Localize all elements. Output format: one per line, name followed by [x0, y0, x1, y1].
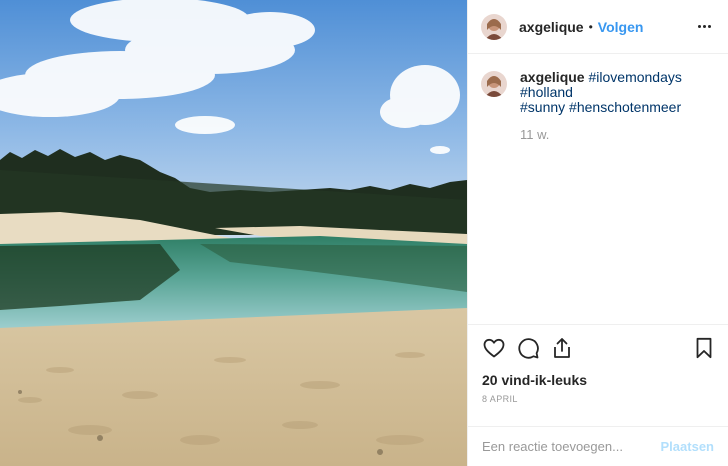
bookmark-icon[interactable]	[692, 336, 716, 360]
caption: axgelique #ilovemondays #holland #sunny …	[481, 70, 714, 142]
more-dot	[702, 25, 706, 28]
post-comment-button[interactable]: Plaatsen	[661, 439, 714, 454]
more-dot	[707, 25, 711, 28]
add-comment-form: Plaatsen	[468, 426, 728, 466]
instagram-post: axgelique • Volgen axgelique #ilovemonda…	[0, 0, 728, 466]
caption-text: axgelique #ilovemondays #holland #sunny …	[520, 70, 714, 115]
hashtag-link[interactable]: #sunny	[520, 99, 565, 115]
avatar[interactable]	[481, 13, 507, 40]
share-icon[interactable]	[550, 336, 574, 360]
hashtag-link[interactable]: #henschotenmeer	[569, 99, 681, 115]
comments-section: axgelique #ilovemondays #holland #sunny …	[468, 54, 728, 324]
comment-input[interactable]	[482, 439, 661, 454]
post-photo[interactable]	[0, 0, 467, 466]
comment-icon[interactable]	[516, 336, 540, 360]
post-header: axgelique • Volgen	[468, 0, 728, 54]
post-sidebar: axgelique • Volgen axgelique #ilovemonda…	[467, 0, 728, 466]
hashtag-link[interactable]: #holland	[520, 84, 573, 100]
caption-body: axgelique #ilovemondays #holland #sunny …	[520, 70, 714, 143]
lake-landscape-image	[0, 0, 467, 466]
username-link[interactable]: axgelique	[519, 19, 584, 35]
follow-button[interactable]: Volgen	[598, 19, 644, 35]
avatar[interactable]	[481, 71, 507, 97]
caption-time: 11 w.	[520, 127, 550, 142]
separator-dot: •	[588, 19, 593, 34]
hashtag-link[interactable]: #ilovemondays	[588, 69, 681, 85]
action-bar	[468, 324, 728, 370]
post-date[interactable]: 8 april	[468, 394, 728, 408]
likes-count[interactable]: 20 vind-ik-leuks	[468, 370, 728, 390]
heart-icon[interactable]	[482, 336, 506, 360]
caption-username[interactable]: axgelique	[520, 69, 585, 85]
more-dot	[697, 25, 701, 28]
more-horizontal-icon[interactable]	[694, 17, 714, 37]
